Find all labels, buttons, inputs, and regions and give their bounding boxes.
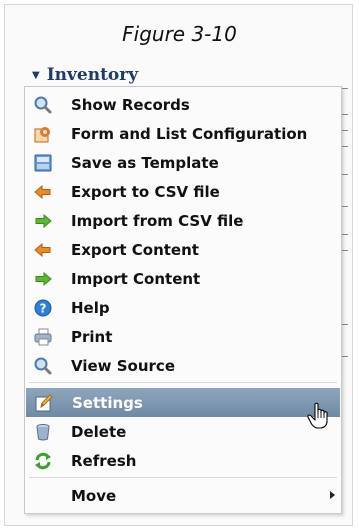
menu-separator: [29, 382, 337, 383]
menu-item-help[interactable]: ? Help: [25, 293, 341, 322]
magnifier-icon: [32, 355, 54, 377]
arrow-right-green-icon: [32, 268, 54, 290]
printer-icon: [32, 326, 54, 348]
menu-item-import-content[interactable]: Import Content: [25, 264, 341, 293]
refresh-icon: [32, 450, 54, 472]
menu-item-label: Export to CSV file: [71, 182, 220, 201]
submenu-arrow-icon: [330, 491, 335, 499]
menu-item-form-list-config[interactable]: Form and List Configuration: [25, 119, 341, 148]
triangle-down-icon[interactable]: ▼: [32, 70, 40, 81]
template-icon: [32, 152, 54, 174]
pencil-edit-icon: [33, 392, 55, 414]
menu-item-import-csv[interactable]: Import from CSV file: [25, 206, 341, 235]
menu-separator: [29, 477, 337, 478]
menu-item-view-source[interactable]: View Source: [25, 351, 341, 380]
form-config-icon: [32, 123, 54, 145]
tree-node-inventory[interactable]: ▼ Inventory: [32, 64, 138, 86]
arrow-left-orange-icon: [32, 239, 54, 261]
menu-item-label: Import from CSV file: [71, 211, 244, 230]
menu-item-label: Save as Template: [71, 153, 219, 172]
menu-item-label: View Source: [71, 356, 175, 375]
hand-pointer-icon: [307, 402, 329, 430]
menu-item-label: Help: [71, 298, 110, 317]
menu-item-export-csv[interactable]: Export to CSV file: [25, 177, 341, 206]
empty-icon-slot: [32, 485, 54, 507]
magnifier-icon: [32, 94, 54, 116]
arrow-right-green-icon: [32, 210, 54, 232]
menu-item-label: Move: [71, 486, 117, 505]
figure-caption: Figure 3-10: [122, 22, 237, 46]
menu-item-label: Export Content: [71, 240, 199, 259]
svg-text:?: ?: [40, 301, 47, 315]
menu-item-show-records[interactable]: Show Records: [25, 90, 341, 119]
menu-item-delete[interactable]: Delete: [25, 417, 341, 446]
menu-item-label: Form and List Configuration: [71, 124, 308, 143]
tree-node-label: Inventory: [46, 65, 139, 85]
menu-item-label: Print: [71, 327, 113, 346]
help-icon: ?: [32, 297, 54, 319]
trash-can-icon: [32, 421, 54, 443]
menu-item-export-content[interactable]: Export Content: [25, 235, 341, 264]
menu-item-move[interactable]: Move: [25, 481, 341, 510]
menu-item-refresh[interactable]: Refresh: [25, 446, 341, 475]
menu-item-settings[interactable]: Settings: [26, 388, 340, 417]
menu-item-label: Settings: [72, 393, 143, 412]
menu-item-label: Refresh: [71, 451, 137, 470]
arrow-left-orange-icon: [32, 181, 54, 203]
menu-item-label: Delete: [71, 422, 127, 441]
menu-item-save-as-template[interactable]: Save as Template: [25, 148, 341, 177]
context-menu: Show Records Form and List Configuration…: [24, 86, 342, 514]
menu-item-print[interactable]: Print: [25, 322, 341, 351]
menu-item-label: Show Records: [71, 95, 190, 114]
menu-item-label: Import Content: [71, 269, 201, 288]
